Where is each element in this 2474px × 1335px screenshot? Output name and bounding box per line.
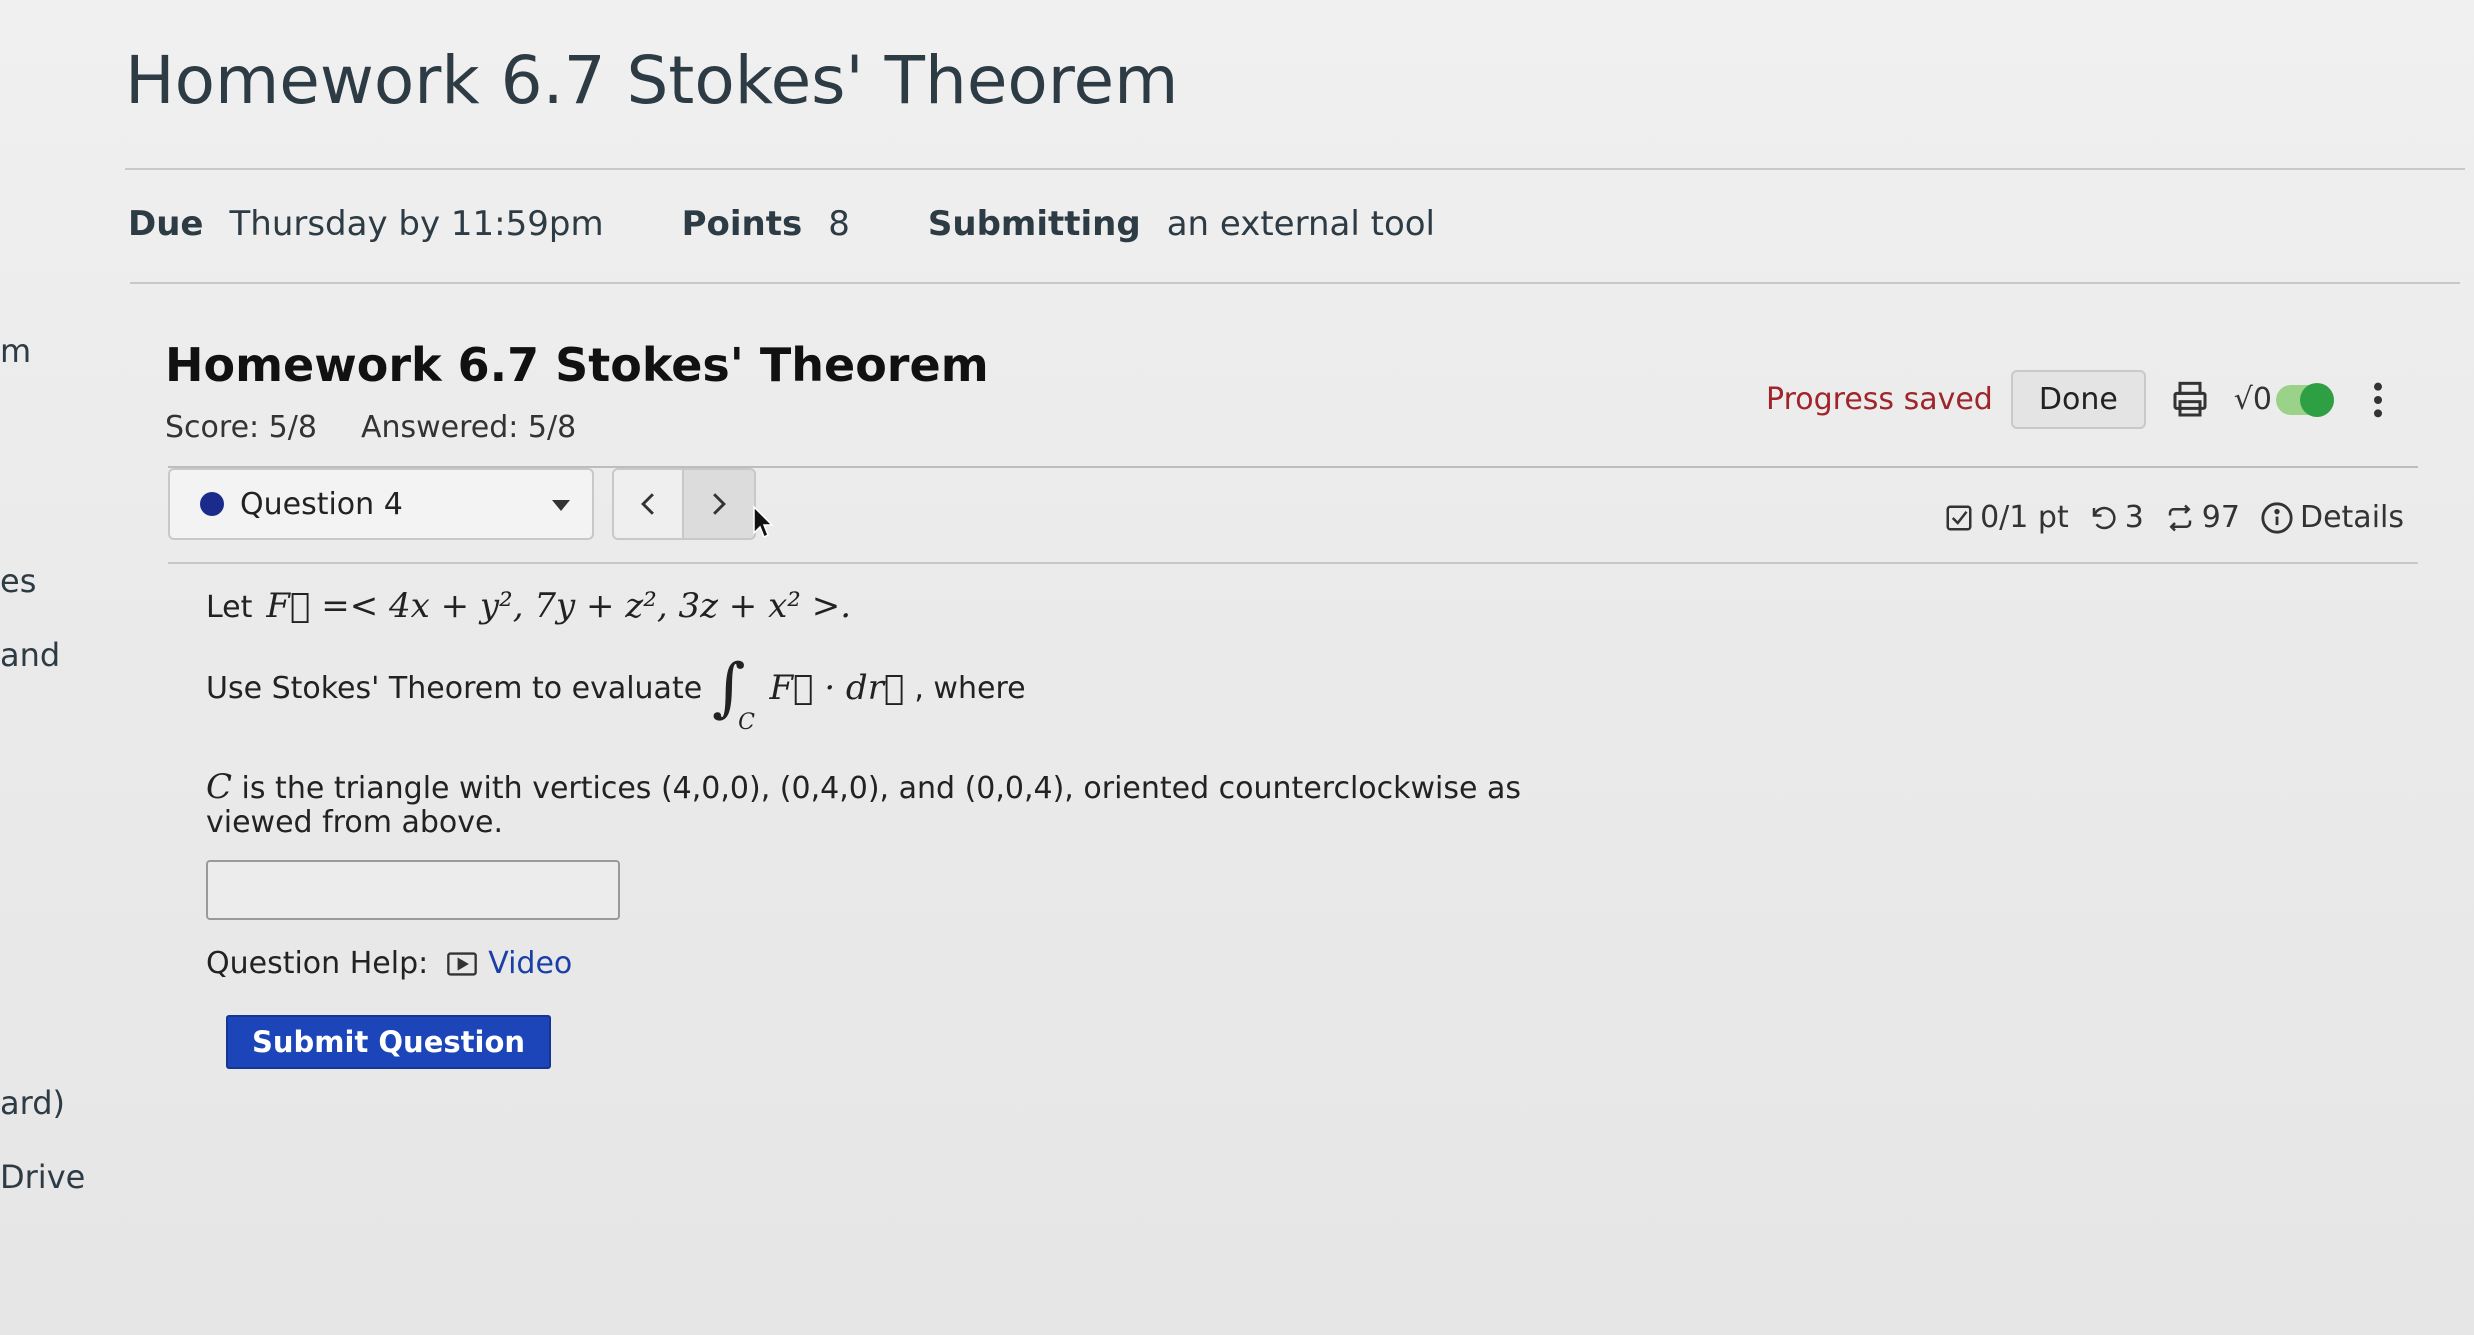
assignment-meta: Due Thursday by 11:59pm Points 8 Submitt…: [128, 204, 1513, 244]
evaluate-text: Use Stokes' Theorem to evaluate: [206, 670, 703, 706]
checkbox-icon: [1946, 505, 1972, 530]
integral-subscript: C: [738, 710, 756, 735]
retries-count: 3: [2124, 500, 2144, 535]
status-dot-icon: [200, 492, 224, 516]
question-help: Question Help: Video: [206, 946, 1606, 981]
details-link[interactable]: Details: [2260, 500, 2404, 535]
page: m es and ard) Drive Homework 6.7 Stokes'…: [0, 0, 2474, 1335]
info-icon: [2261, 501, 2293, 534]
question-select-value: Question 4: [240, 486, 403, 522]
video-link[interactable]: Video: [446, 946, 572, 981]
retries-indicator: 3: [2089, 500, 2144, 535]
submitting-label: Submitting: [927, 204, 1141, 244]
points-text: 0/1 pt: [1980, 500, 2069, 535]
previous-question-button[interactable]: [612, 468, 684, 540]
line-integral-symbol: ∫ C: [712, 656, 755, 734]
toggle-switch[interactable]: [2276, 382, 2334, 417]
curve-description: C is the triangle with vertices (4,0,0),…: [206, 770, 1606, 840]
divider: [130, 282, 2460, 284]
video-label: Video: [488, 946, 573, 981]
video-icon: [447, 951, 478, 976]
question-select[interactable]: Question 4: [168, 468, 594, 540]
progress-status: Progress saved: [1766, 382, 1993, 417]
points-value: 8: [828, 204, 850, 244]
chevron-left-icon: [641, 493, 654, 515]
score-text: Score: 5/8: [165, 410, 317, 445]
more-options-icon[interactable]: [2352, 374, 2404, 426]
undo-icon: [2092, 506, 2116, 529]
answer-input[interactable]: [206, 860, 620, 920]
points-label: Points: [681, 204, 803, 244]
curve-variable: C: [206, 767, 233, 807]
course-sidenav: m es and ard) Drive: [0, 0, 110, 1335]
question-navigation: Question 4: [168, 468, 756, 540]
points-indicator: 0/1 pt: [1944, 500, 2069, 535]
attempts-indicator: 97: [2164, 500, 2240, 535]
math-entry-toggle[interactable]: √0: [2234, 382, 2334, 417]
homework-scores: Score: 5/8 Answered: 5/8: [165, 410, 989, 445]
vector-field-line: Let F⃗ =< 4x + y², 7y + z², 3z + x² >.: [206, 586, 1606, 626]
help-label: Question Help:: [206, 946, 429, 981]
sidenav-fragment[interactable]: es: [0, 562, 36, 600]
divider: [125, 168, 2465, 170]
due-value: Thursday by 11:59pm: [229, 204, 604, 244]
chevron-right-icon: [713, 493, 726, 515]
sqrt-label: √0: [2233, 382, 2272, 417]
mouse-cursor-icon: [753, 505, 774, 539]
homework-title: Homework 6.7 Stokes' Theorem: [165, 338, 989, 392]
details-label: Details: [2299, 500, 2404, 535]
page-title: Homework 6.7 Stokes' Theorem: [125, 42, 1179, 119]
done-button[interactable]: Done: [2010, 370, 2146, 429]
evaluate-line: Use Stokes' Theorem to evaluate ∫ C F⃗ · …: [206, 656, 1606, 734]
submit-question-button[interactable]: Submit Question: [226, 1015, 552, 1069]
where-text: , where: [914, 670, 1026, 706]
homework-toolbar: Progress saved Done √0: [1766, 370, 2404, 429]
integrand: F⃗ · dr⃗: [769, 668, 905, 708]
let-text: Let: [206, 590, 253, 625]
curve-description-text: is the triangle with vertices (4,0,0), (…: [206, 771, 1522, 840]
print-icon[interactable]: [2164, 374, 2216, 426]
sidenav-fragment[interactable]: and: [0, 636, 60, 674]
answered-text: Answered: 5/8: [360, 410, 577, 445]
submitting-value: an external tool: [1166, 204, 1435, 244]
caret-down-icon: [552, 500, 570, 511]
question-meta: 0/1 pt 3 97 Details: [1938, 500, 2404, 535]
question-pager: [612, 468, 756, 540]
question-content: Let F⃗ =< 4x + y², 7y + z², 3z + x² >. U…: [206, 586, 1606, 1069]
attempts-count: 97: [2201, 500, 2240, 535]
repeat-icon: [2168, 504, 2192, 531]
vector-field-expression: F⃗ =< 4x + y², 7y + z², 3z + x² >.: [266, 586, 852, 626]
due-label: Due: [128, 204, 204, 244]
sidenav-fragment[interactable]: m: [0, 332, 31, 370]
next-question-button[interactable]: [684, 468, 756, 540]
sidenav-fragment[interactable]: Drive: [0, 1158, 85, 1196]
sidenav-fragment[interactable]: ard): [0, 1084, 65, 1122]
homework-header: Homework 6.7 Stokes' Theorem Score: 5/8 …: [165, 338, 989, 445]
divider: [168, 562, 2418, 564]
